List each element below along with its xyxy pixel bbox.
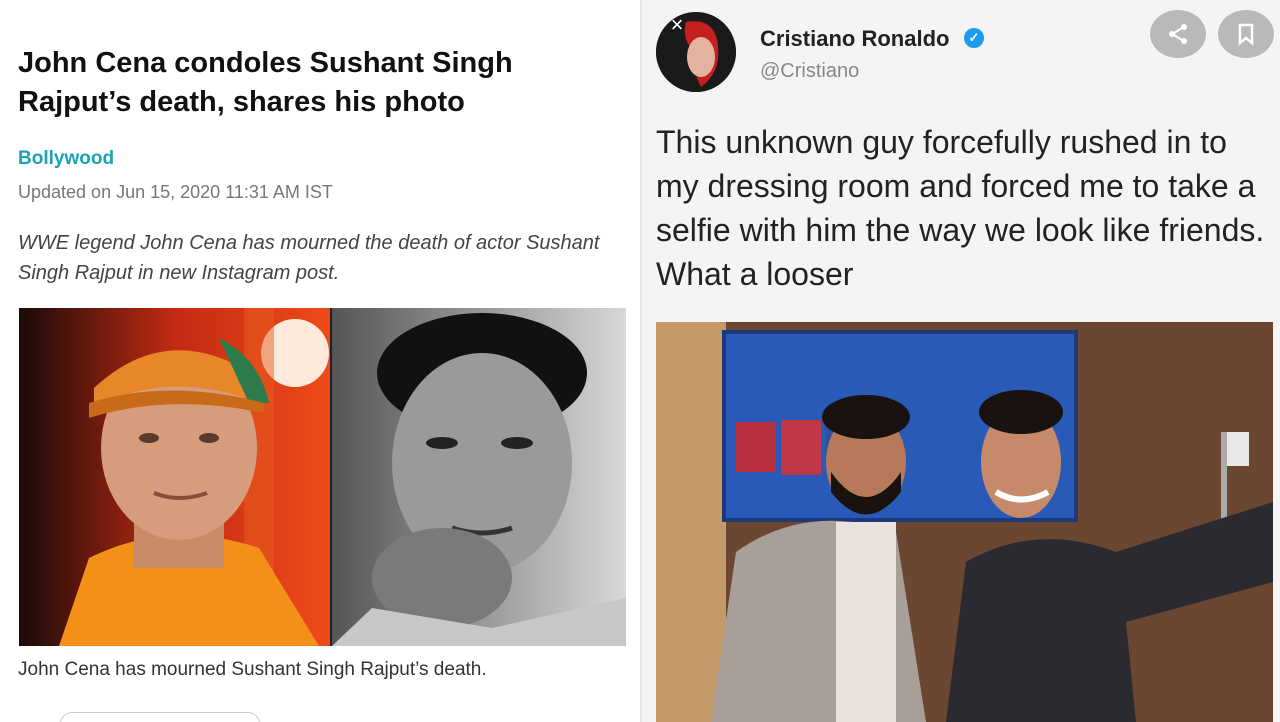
share-icon xyxy=(1169,24,1187,44)
tweet-panel: × Cristiano Ronaldo ✓ @Cristiano This un… xyxy=(640,0,1280,722)
article-summary: WWE legend John Cena has mourned the dea… xyxy=(18,232,600,284)
verified-badge-icon: ✓ xyxy=(964,28,984,48)
category-link[interactable]: Bollywood xyxy=(18,148,114,170)
news-article-panel: John Cena condoles Sushant Singh Rajput’… xyxy=(0,0,640,722)
tweet-text: This unknown guy forcefully rushed in to… xyxy=(656,124,1265,292)
sushant-photo xyxy=(332,308,626,646)
bookmark-icon xyxy=(1238,23,1254,46)
selfie-image xyxy=(656,322,1273,722)
share-button[interactable] xyxy=(1150,10,1206,58)
next-button[interactable] xyxy=(60,712,260,722)
bookmark-button[interactable] xyxy=(1218,10,1274,58)
display-name[interactable]: Cristiano Ronaldo xyxy=(760,26,949,52)
john-cena-photo xyxy=(19,308,330,646)
article-photo[interactable] xyxy=(19,308,626,646)
updated-timestamp: Updated on Jun 15, 2020 11:31 AM IST xyxy=(18,182,333,202)
user-handle[interactable]: @Cristiano xyxy=(760,60,859,83)
article-headline[interactable]: John Cena condoles Sushant Singh Rajput’… xyxy=(18,44,618,122)
tweet-photo[interactable] xyxy=(656,322,1273,722)
close-icon[interactable]: × xyxy=(664,12,690,38)
photo-caption: John Cena has mourned Sushant Singh Rajp… xyxy=(18,659,487,680)
